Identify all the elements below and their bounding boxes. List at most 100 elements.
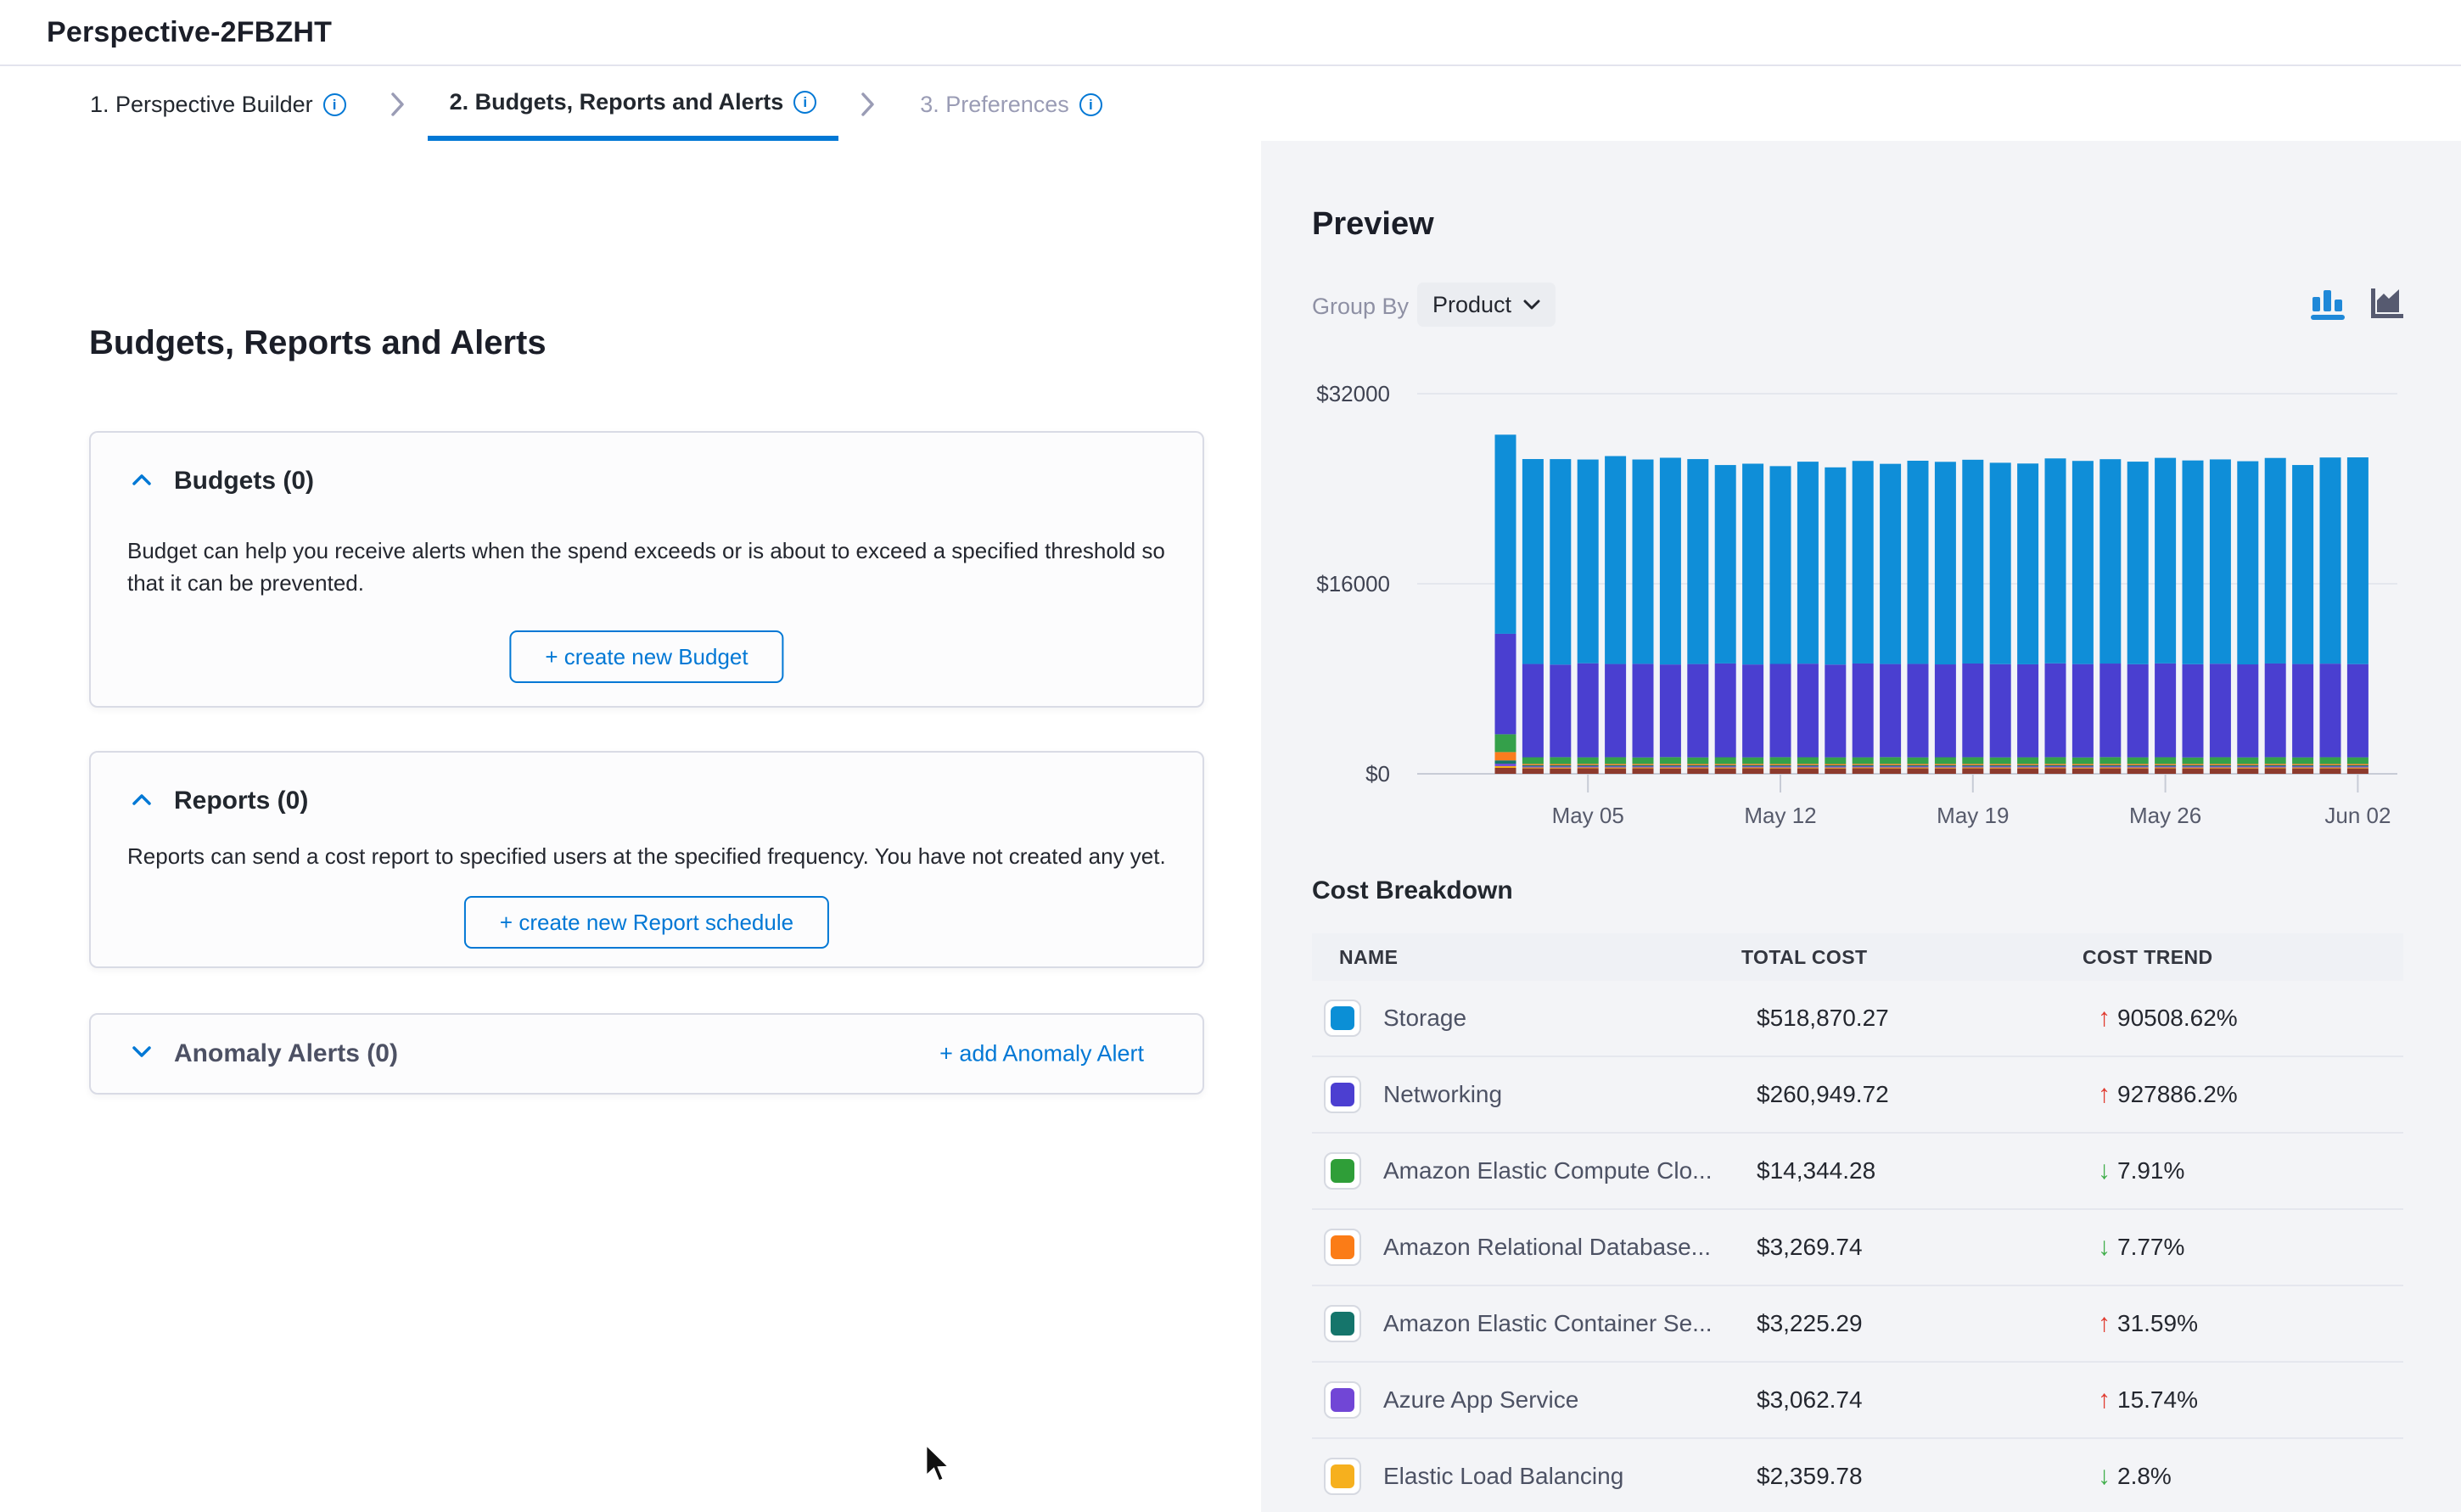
bar-segment[interactable] (2155, 767, 2176, 768)
bar-segment[interactable] (1797, 768, 1819, 769)
bar-segment[interactable] (1715, 758, 1736, 764)
bar-segment[interactable] (1880, 766, 1901, 767)
bar-segment[interactable] (2127, 462, 2149, 664)
bar-segment[interactable] (1687, 769, 1708, 774)
bar-segment[interactable] (1550, 768, 1571, 769)
bar-segment[interactable] (1853, 758, 1874, 764)
bar-segment[interactable] (2320, 768, 2341, 769)
bar-segment[interactable] (2017, 463, 2038, 664)
bar-segment[interactable] (1990, 769, 2011, 774)
bar-segment[interactable] (2017, 768, 2038, 769)
bar-segment[interactable] (1550, 765, 1571, 766)
bar-segment[interactable] (2072, 768, 2094, 769)
bar-segment[interactable] (2045, 757, 2066, 764)
bar-segment[interactable] (2099, 766, 2121, 767)
bar-segment[interactable] (1715, 664, 1736, 758)
bar-segment[interactable] (2155, 757, 2176, 764)
bar-segment[interactable] (2072, 664, 2094, 758)
bar-segment[interactable] (1962, 765, 1983, 766)
bar-segment[interactable] (1853, 769, 1874, 774)
bar-segment[interactable] (1962, 769, 1983, 774)
bar-segment[interactable] (2072, 766, 2094, 767)
bar-segment[interactable] (1687, 758, 1708, 764)
tab-perspective-builder[interactable]: 1. Perspective Builder i (68, 68, 368, 141)
bar-segment[interactable] (2155, 664, 2176, 758)
bar-segment[interactable] (2183, 664, 2204, 758)
bar-segment[interactable] (2045, 458, 2066, 664)
bar-segment[interactable] (2320, 457, 2341, 664)
bar-segment[interactable] (2347, 664, 2369, 758)
bar-segment[interactable] (2347, 766, 2369, 767)
bar-segment[interactable] (1687, 768, 1708, 769)
bar-segment[interactable] (1742, 463, 1763, 664)
bar-segment[interactable] (1660, 757, 1681, 764)
bar-segment[interactable] (1495, 752, 1516, 760)
bar-segment[interactable] (1797, 757, 1819, 764)
bar-segment[interactable] (1522, 758, 1544, 764)
bar-segment[interactable] (2320, 757, 2341, 764)
bar-segment[interactable] (1605, 765, 1626, 766)
bar-segment[interactable] (1770, 766, 1791, 767)
table-row-storage[interactable]: Storage $518,870.27 ↑90508.62% (1312, 981, 2403, 1057)
bar-segment[interactable] (2237, 664, 2258, 758)
bar-segment[interactable] (1990, 664, 2011, 758)
bar-segment[interactable] (2210, 766, 2231, 767)
bar-segment[interactable] (1605, 664, 1626, 758)
bar-segment[interactable] (1853, 767, 1874, 768)
bar-segment[interactable] (1550, 664, 1571, 757)
bar-segment[interactable] (1495, 766, 1516, 768)
bar-segment[interactable] (1633, 765, 1654, 766)
bar-segment[interactable] (2183, 461, 2204, 664)
bar-segment[interactable] (1715, 768, 1736, 769)
bar-segment[interactable] (1825, 468, 1846, 664)
bar-segment[interactable] (2237, 768, 2258, 769)
bar-segment[interactable] (2347, 765, 2369, 766)
bar-segment[interactable] (1825, 765, 1846, 766)
bar-segment[interactable] (2127, 765, 2149, 766)
bar-segment[interactable] (2072, 461, 2094, 664)
bar-segment[interactable] (1550, 769, 1571, 774)
bar-segment[interactable] (1578, 460, 1599, 664)
add-anomaly-alert-link[interactable]: + add Anomaly Alert (939, 1041, 1144, 1067)
bar-segment[interactable] (1880, 768, 1901, 769)
bar-segment[interactable] (2210, 757, 2231, 764)
bar-segment[interactable] (1578, 765, 1599, 766)
bar-segment[interactable] (1660, 765, 1681, 766)
bar-segment[interactable] (1605, 456, 1626, 664)
bar-segment[interactable] (1522, 769, 1544, 774)
bar-segment[interactable] (2099, 664, 2121, 757)
bar-segment[interactable] (1742, 664, 1763, 757)
bar-segment[interactable] (1495, 434, 1516, 634)
bar-segment[interactable] (1715, 766, 1736, 767)
bar-segment[interactable] (2155, 765, 2176, 766)
bar-segment[interactable] (1797, 765, 1819, 766)
bar-segment[interactable] (1853, 766, 1874, 767)
bar-segment[interactable] (2347, 758, 2369, 764)
bar-segment[interactable] (2320, 766, 2341, 767)
bar-segment[interactable] (2292, 765, 2313, 766)
bar-segment[interactable] (2265, 767, 2286, 768)
bar-segment[interactable] (2183, 765, 2204, 766)
bar-segment[interactable] (2127, 768, 2149, 769)
bar-segment[interactable] (2017, 769, 2038, 774)
bar-segment[interactable] (1825, 766, 1846, 767)
bar-segment[interactable] (1880, 664, 1901, 758)
bar-segment[interactable] (1605, 757, 1626, 764)
bar-segment[interactable] (2265, 458, 2286, 664)
table-row-networking[interactable]: Networking $260,949.72 ↑927886.2% (1312, 1057, 2403, 1134)
bar-chart-toggle-icon[interactable] (2310, 283, 2346, 325)
expand-chevron-down-icon[interactable] (132, 1045, 152, 1063)
bar-segment[interactable] (1522, 459, 1544, 664)
bar-segment[interactable] (1935, 768, 1956, 769)
bar-segment[interactable] (2127, 766, 2149, 767)
bar-segment[interactable] (1660, 766, 1681, 767)
collapse-chevron-up-icon[interactable] (132, 792, 152, 810)
bar-segment[interactable] (1687, 459, 1708, 664)
bar-segment[interactable] (2210, 664, 2231, 757)
table-row-rds[interactable]: Amazon Relational Database... $3,269.74 … (1312, 1210, 2403, 1286)
bar-segment[interactable] (1633, 460, 1654, 664)
bar-segment[interactable] (2265, 664, 2286, 757)
area-chart-toggle-icon[interactable] (2368, 283, 2405, 325)
bar-segment[interactable] (2045, 664, 2066, 758)
bar-segment[interactable] (1935, 765, 1956, 766)
